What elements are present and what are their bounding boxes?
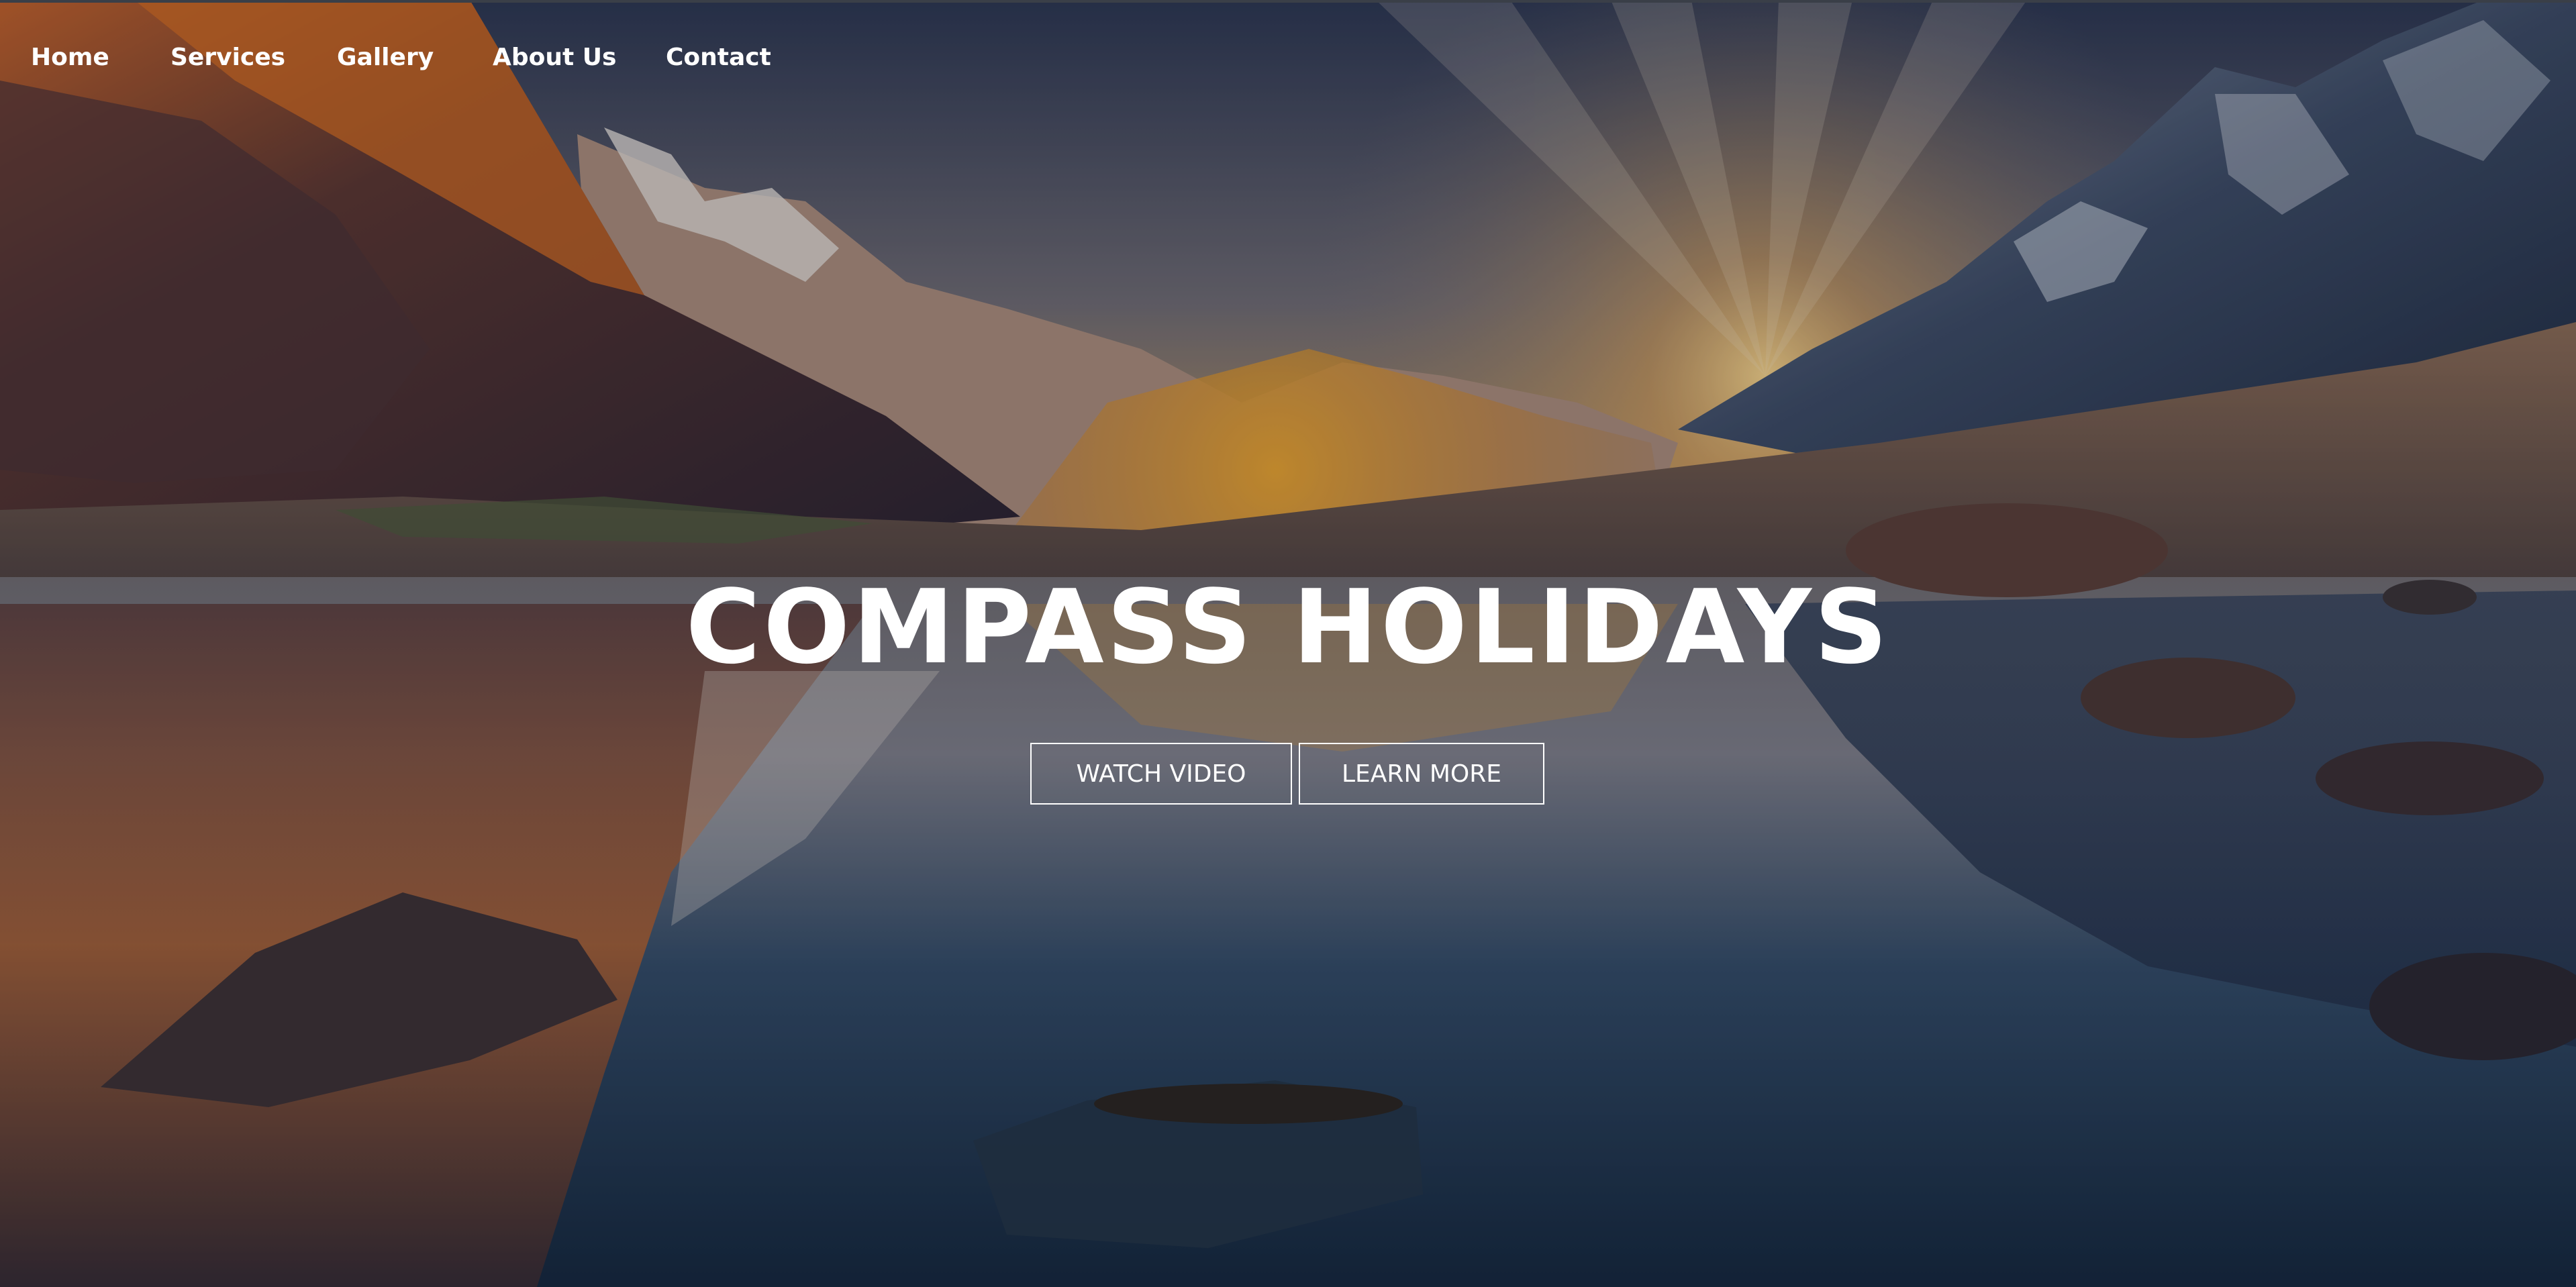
learn-more-button[interactable]: LEARN MORE xyxy=(1299,743,1544,805)
nav-link-services[interactable]: Services xyxy=(170,38,285,78)
top-border xyxy=(0,0,2576,3)
hero-title: COMPASS HOLIDAYS xyxy=(685,568,1891,686)
nav-link-gallery[interactable]: Gallery xyxy=(337,38,434,78)
watch-video-button[interactable]: WATCH VIDEO xyxy=(1030,743,1292,805)
nav-link-about-us[interactable]: About Us xyxy=(493,38,616,78)
nav-link-contact[interactable]: Contact xyxy=(666,38,771,78)
nav-link-home[interactable]: Home xyxy=(31,38,109,78)
hero-section: Home Services Gallery About Us Contact C… xyxy=(0,0,2576,1287)
